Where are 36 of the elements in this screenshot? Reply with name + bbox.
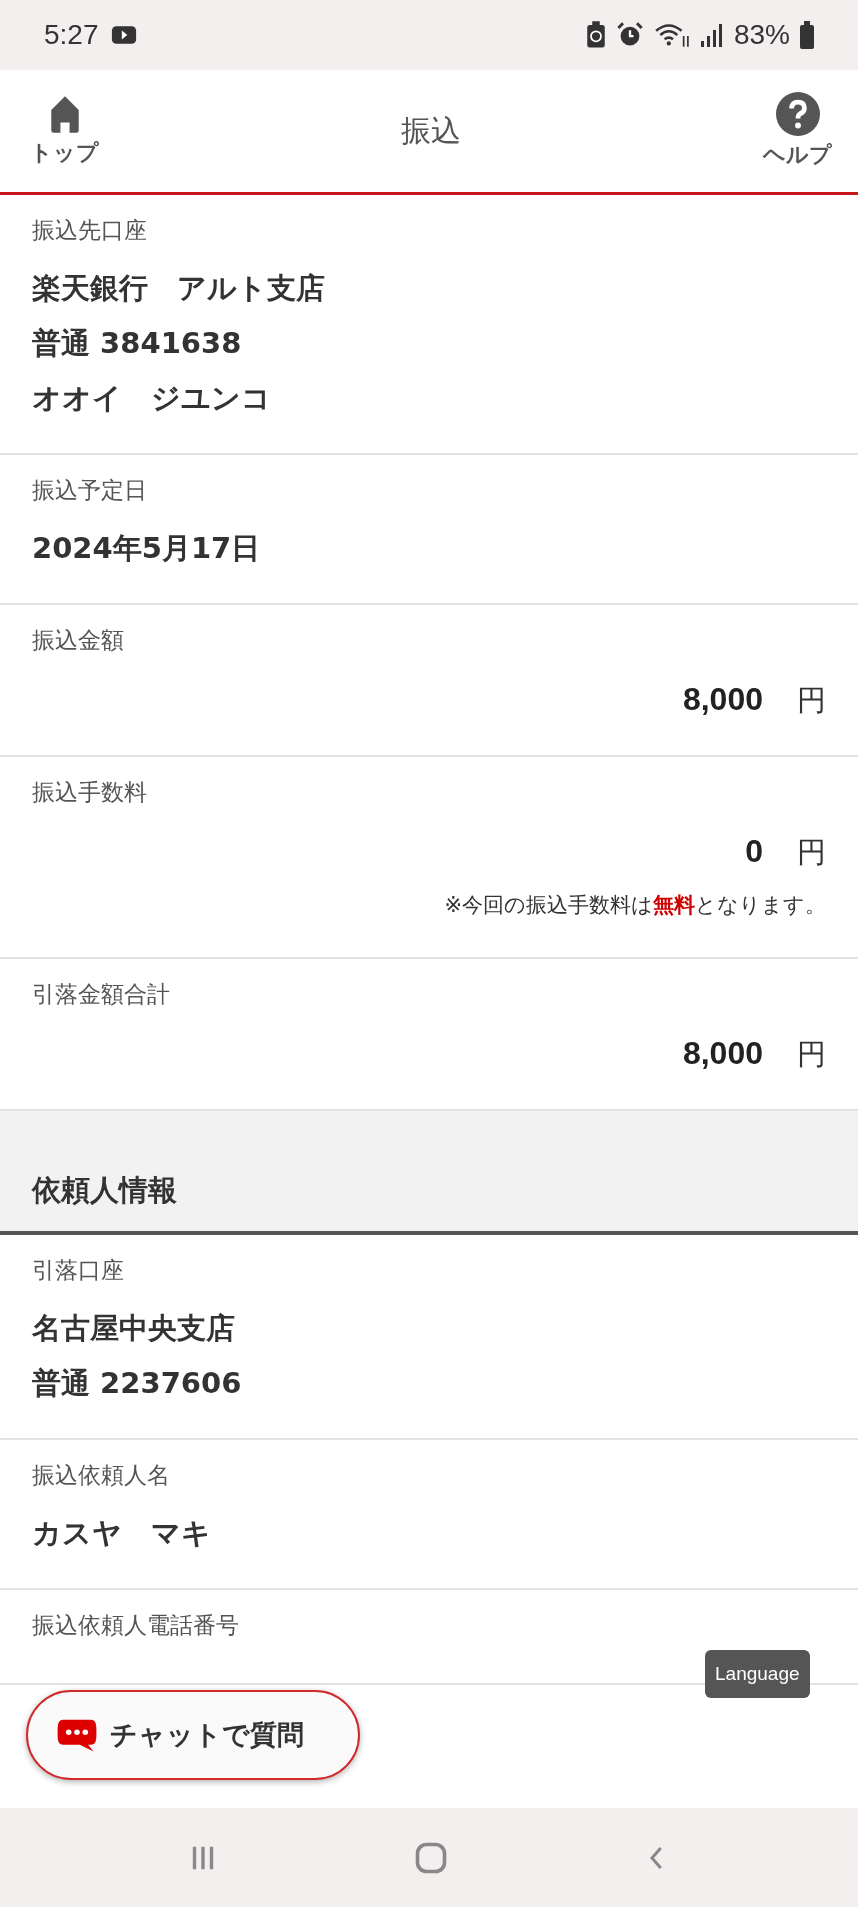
help-button[interactable]: ヘルプ <box>763 92 832 170</box>
currency-unit: 円 <box>797 682 826 719</box>
chat-bubble-icon <box>56 1717 98 1753</box>
amount-value: 0 <box>745 832 763 871</box>
battery-saver-icon <box>585 21 606 49</box>
status-time: 5:27 <box>44 19 99 51</box>
home-button[interactable]: トップ <box>30 94 99 168</box>
field-label: 引落金額合計 <box>32 980 170 1009</box>
field-value: 2024年5月17日 <box>32 530 262 567</box>
fee-note: ※今回の振込手数料は無料となります。 <box>443 892 826 919</box>
field-label: 振込依頼人名 <box>32 1461 170 1490</box>
field-value: カスヤ マキ <box>32 1515 212 1552</box>
chat-button[interactable]: チャットで質問 <box>26 1690 360 1780</box>
field-label: 振込先口座 <box>32 216 147 245</box>
field-label: 振込金額 <box>32 626 124 655</box>
section-heading: 依頼人情報 <box>32 1172 178 1209</box>
signal-icon <box>699 22 724 48</box>
field-label: 振込予定日 <box>32 476 147 505</box>
field-value: 普通 3841638 <box>32 325 243 362</box>
field-label: 振込手数料 <box>32 778 147 807</box>
field-value: 名古屋中央支店 <box>32 1310 236 1347</box>
field-value: 普通 2237606 <box>32 1365 243 1402</box>
battery-percent: 83% <box>733 19 790 51</box>
battery-icon <box>800 21 814 49</box>
wifi-icon <box>653 21 690 49</box>
amount-value: 8,000 <box>682 1034 763 1073</box>
field-value: 楽天銀行 アルト支店 <box>32 270 326 307</box>
language-button[interactable]: Language <box>705 1650 810 1698</box>
currency-unit: 円 <box>797 834 826 871</box>
currency-unit: 円 <box>797 1036 826 1073</box>
page-title: 振込 <box>401 111 461 150</box>
field-label: 振込依頼人電話番号 <box>32 1611 239 1640</box>
help-icon <box>775 92 820 136</box>
field-label: 引落口座 <box>32 1256 124 1285</box>
field-value: オオイ ジユンコ <box>32 380 272 417</box>
amount-value: 8,000 <box>682 680 763 719</box>
